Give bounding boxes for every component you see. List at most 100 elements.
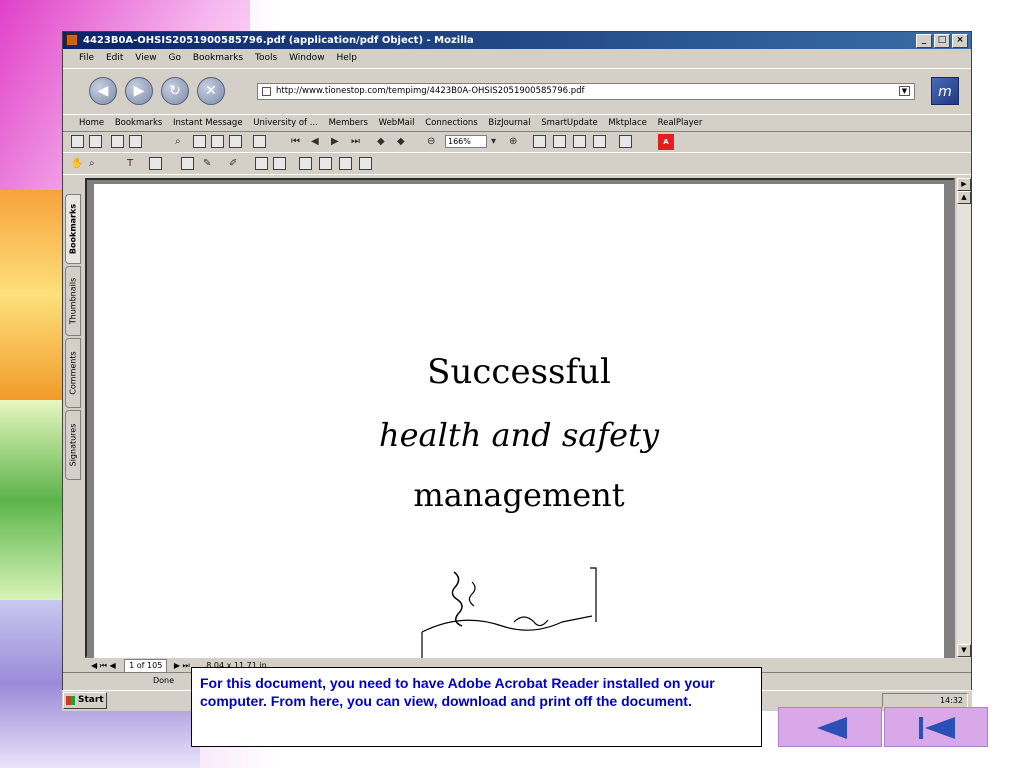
save-icon[interactable] (71, 135, 84, 148)
zoom-in-icon[interactable]: ⊕ (509, 135, 517, 148)
tab-signatures[interactable]: Signatures (65, 410, 81, 480)
highlight-tool-icon[interactable]: ✐ (229, 157, 237, 170)
document-viewport[interactable]: Successful health and safety management (85, 178, 955, 658)
tab-thumbnails-label: Thumbnails (68, 277, 78, 325)
review-icon-2[interactable] (319, 157, 332, 170)
show-hide-pane-icon[interactable] (253, 135, 266, 148)
pencil-tool-icon[interactable]: ✎ (203, 157, 211, 170)
rotate-icon[interactable] (593, 135, 606, 148)
tab-signatures-label: Signatures (68, 423, 78, 467)
address-dropdown-icon[interactable]: ▼ (899, 86, 910, 96)
zoom-dropdown-icon[interactable]: ▾ (491, 135, 496, 148)
text-select-icon[interactable]: T (127, 157, 133, 170)
search-icon[interactable]: ⌕ (175, 135, 181, 148)
pdf-toolbar-row2: ✋ ⌕ T ✎ ✐ (63, 154, 971, 175)
actual-size-icon[interactable] (533, 135, 546, 148)
app-icon (66, 34, 78, 46)
zoom-tool-icon[interactable]: ⌕ (89, 157, 95, 170)
go-forward-icon[interactable]: ◆ (397, 135, 405, 148)
page-next-icon[interactable]: ▶ ⏭ (174, 661, 190, 670)
zoom-field[interactable]: 166% (445, 135, 487, 148)
stop-button[interactable]: ✕ (197, 77, 225, 105)
stamp-tool-icon[interactable] (255, 157, 268, 170)
menu-help[interactable]: Help (336, 53, 357, 63)
last-page-icon[interactable]: ⏭ (351, 135, 360, 148)
undo-icon[interactable] (129, 135, 142, 148)
menu-go[interactable]: Go (168, 53, 180, 63)
export-icon[interactable] (229, 135, 242, 148)
scroll-up-arrow-icon[interactable]: ▲ (957, 191, 971, 204)
close-button[interactable]: × (952, 34, 968, 48)
navigation-panel-tabs: Bookmarks Thumbnails Comments Signatures (65, 194, 81, 664)
next-page-icon[interactable]: ▶ (331, 135, 339, 148)
bookmark-realplayer[interactable]: RealPlayer (658, 118, 703, 128)
bookmark-members[interactable]: Members (329, 118, 368, 128)
page-first-icon[interactable]: ◀ ⏮ ◀ (91, 661, 116, 670)
menu-view[interactable]: View (135, 53, 156, 63)
start-label: Start (78, 695, 104, 705)
review-icon-3[interactable] (339, 157, 352, 170)
maximize-button[interactable]: □ (934, 34, 950, 48)
first-page-icon[interactable]: ⏮ (291, 135, 300, 148)
menu-file[interactable]: File (79, 53, 94, 63)
adobe-logo-icon[interactable]: A (658, 134, 674, 150)
bookmark-mktplace[interactable]: Mktplace (608, 118, 646, 128)
fit-page-icon[interactable] (553, 135, 566, 148)
review-icon-4[interactable] (359, 157, 372, 170)
reload-button[interactable]: ↻ (161, 77, 189, 105)
start-button[interactable]: Start (63, 692, 107, 709)
bookmark-instant-message[interactable]: Instant Message (173, 118, 243, 128)
first-arrow-icon (925, 717, 955, 739)
options-icon[interactable] (619, 135, 632, 148)
tab-bookmarks[interactable]: Bookmarks (65, 194, 81, 264)
url-text: http://www.tionestop.com/tempimg/4423B0A… (276, 86, 585, 96)
fit-width-icon[interactable] (573, 135, 586, 148)
import-icon[interactable] (211, 135, 224, 148)
previous-slide-button[interactable] (778, 707, 882, 747)
decoration-clock-image (0, 190, 70, 400)
previous-arrow-icon (817, 717, 847, 739)
menu-bookmarks[interactable]: Bookmarks (193, 53, 243, 63)
menu-edit[interactable]: Edit (106, 53, 123, 63)
address-bar[interactable]: http://www.tionestop.com/tempimg/4423B0A… (257, 83, 915, 100)
status-text: Done (153, 676, 175, 685)
document-title-line2: health and safety (378, 416, 660, 454)
vertical-scrollbar[interactable]: ▶ ▲ ▼ (957, 178, 971, 658)
menu-tools[interactable]: Tools (255, 53, 277, 63)
page-number-field[interactable]: 1 of 105 (124, 659, 168, 673)
print-icon[interactable] (89, 135, 102, 148)
copy-icon[interactable] (111, 135, 124, 148)
tab-thumbnails[interactable]: Thumbnails (65, 266, 81, 336)
bookmark-connections[interactable]: Connections (425, 118, 478, 128)
windows-flag-icon (66, 696, 75, 705)
window-title: 4423B0A-OHSIS2051900585796.pdf (applicat… (83, 35, 474, 46)
first-bar-icon (919, 717, 923, 739)
zoom-out-icon[interactable]: ⊖ (427, 135, 435, 148)
find-icon[interactable] (193, 135, 206, 148)
tab-comments[interactable]: Comments (65, 338, 81, 408)
go-back-icon[interactable]: ◆ (377, 135, 385, 148)
bookmark-home[interactable]: Home (79, 118, 104, 128)
back-button[interactable]: ◀ (89, 77, 117, 105)
bookmark-webmail[interactable]: WebMail (379, 118, 415, 128)
pdf-toolbar-row1: ⌕ ⏮ ◀ ▶ ⏭ ◆ ◆ ⊖ 166% ▾ ⊕ A (63, 132, 971, 153)
bookmarks-toolbar: Home Bookmarks Instant Message Universit… (63, 114, 971, 132)
bookmark-bookmarks[interactable]: Bookmarks (115, 118, 163, 128)
scroll-right-arrow-icon[interactable]: ▶ (957, 178, 971, 191)
cover-illustration (421, 567, 597, 658)
bookmark-bizjournal[interactable]: BizJournal (488, 118, 530, 128)
mozilla-logo-icon: m (931, 77, 959, 105)
previous-page-icon[interactable]: ◀ (311, 135, 319, 148)
bookmark-smartupdate[interactable]: SmartUpdate (541, 118, 598, 128)
scroll-down-arrow-icon[interactable]: ▼ (957, 644, 971, 657)
graphics-select-icon[interactable] (149, 157, 162, 170)
bookmark-university[interactable]: University of ... (253, 118, 318, 128)
review-icon-1[interactable] (299, 157, 312, 170)
minimize-button[interactable]: _ (916, 34, 932, 48)
note-tool-icon[interactable] (181, 157, 194, 170)
menu-window[interactable]: Window (289, 53, 325, 63)
forward-button[interactable]: ▶ (125, 77, 153, 105)
hand-tool-icon[interactable]: ✋ (71, 157, 83, 170)
sign-tool-icon[interactable] (273, 157, 286, 170)
first-slide-button[interactable] (884, 707, 988, 747)
